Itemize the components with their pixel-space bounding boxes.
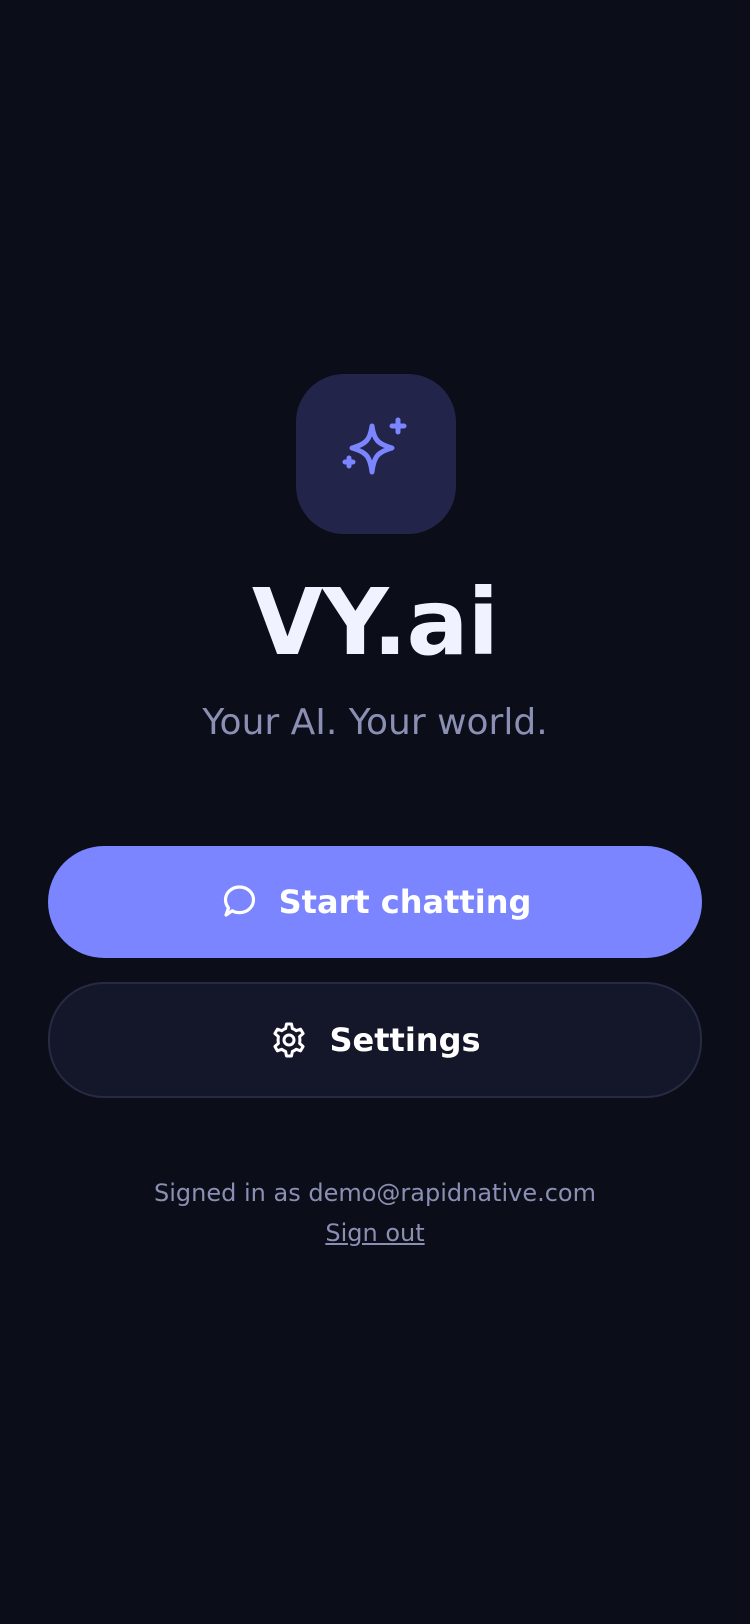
settings-button[interactable]: Settings <box>48 982 702 1098</box>
sign-out-link[interactable]: Sign out <box>325 1219 424 1247</box>
home-screen: VY.ai Your AI. Your world. Start chattin… <box>0 0 750 1624</box>
app-tagline: Your AI. Your world. <box>202 702 548 743</box>
sign-out-row: Sign out <box>0 1216 750 1250</box>
sparkles-icon <box>334 410 418 498</box>
start-chatting-button[interactable]: Start chatting <box>48 846 702 958</box>
start-chatting-label: Start chatting <box>278 883 532 921</box>
app-title: VY.ai <box>251 569 499 676</box>
chat-bubble-icon <box>219 882 259 922</box>
gear-icon <box>269 1020 309 1060</box>
settings-label: Settings <box>329 1021 481 1059</box>
signed-in-status: Signed in as demo@rapidnative.com <box>154 1179 596 1207</box>
app-logo-tile <box>296 374 456 534</box>
